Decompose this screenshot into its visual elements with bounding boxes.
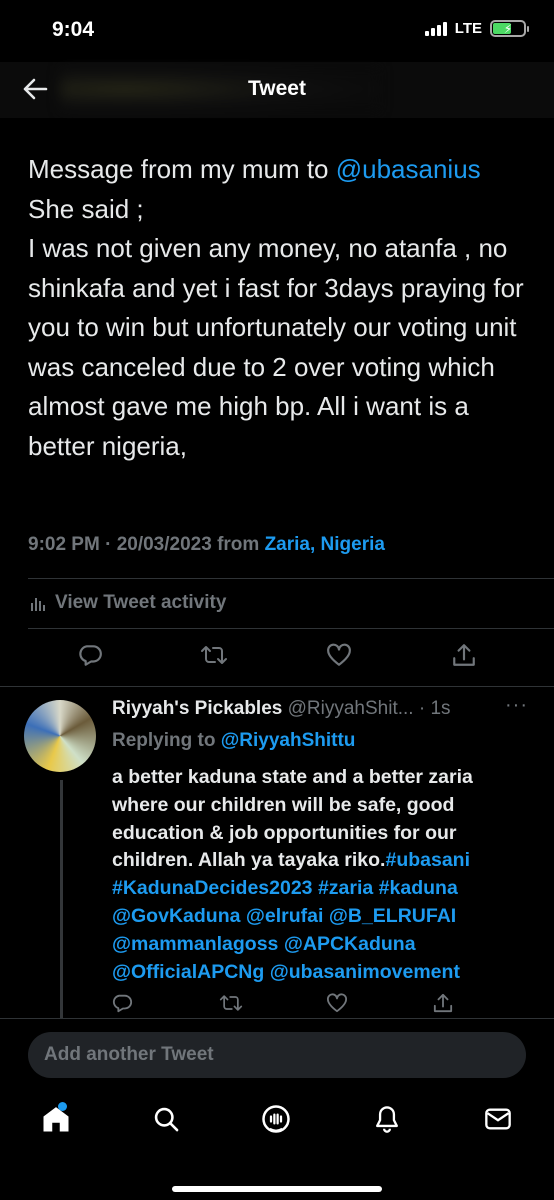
like-icon[interactable] (324, 990, 350, 1016)
reply-time: · 1s (413, 698, 451, 719)
mention-link[interactable]: @mammanlagoss (112, 933, 278, 955)
retweet-icon[interactable] (199, 640, 229, 670)
like-icon[interactable] (324, 640, 354, 670)
avatar[interactable] (24, 700, 96, 772)
tweet-mention-link[interactable]: @ubasanius (336, 154, 481, 184)
more-options-icon[interactable]: ··· (505, 694, 528, 717)
unread-indicator (58, 1102, 67, 1111)
share-icon[interactable] (449, 640, 479, 670)
status-time: 9:04 (52, 18, 95, 41)
messages-icon[interactable] (481, 1102, 515, 1136)
location-link[interactable]: Zaria, Nigeria (265, 534, 385, 555)
divider (28, 578, 554, 579)
mention-link[interactable]: @elrufai (246, 905, 324, 927)
tweet-text-part: Message from my mum to (28, 154, 336, 184)
reply-author-handle[interactable]: @RiyyahShit... (288, 698, 414, 719)
reply-body: a better kaduna state and a better zaria… (112, 764, 532, 986)
hashtag-link[interactable]: #KadunaDecides2023 (112, 877, 313, 899)
mention-link[interactable]: @B_ELRUFAI (329, 905, 456, 927)
hashtag-link[interactable]: #zaria (318, 877, 373, 899)
replying-to: Replying to @RiyyahShittu (112, 730, 355, 752)
mention-link[interactable]: @GovKaduna (112, 905, 240, 927)
mention-link[interactable]: @APCKaduna (284, 933, 416, 955)
share-icon[interactable] (430, 990, 456, 1016)
tweet-body: Message from my mum to @ubasanius She sa… (28, 150, 538, 466)
reply-header: Riyyah's Pickables @RiyyahShit... · 1s (112, 698, 451, 720)
spaces-icon[interactable] (259, 1102, 293, 1136)
hashtag-link[interactable]: #kaduna (379, 877, 458, 899)
home-icon[interactable] (39, 1102, 73, 1136)
tweet-text-part: She said ; I was not given any money, no… (28, 193, 524, 461)
network-label: LTE (454, 20, 482, 37)
status-bar: 9:04 LTE ⚡ (0, 0, 554, 62)
signal-icon (424, 21, 447, 36)
mention-link[interactable]: @OfficialAPCNg (112, 961, 264, 983)
thread-line (60, 780, 63, 1018)
tweet-activity-button[interactable]: View Tweet activity (30, 592, 226, 614)
retweet-icon[interactable] (218, 990, 244, 1016)
divider (28, 628, 554, 629)
reply-icon[interactable] (109, 990, 135, 1016)
divider (0, 686, 554, 687)
activity-label: View Tweet activity (55, 592, 227, 613)
hashtag-link[interactable]: #ubasani (385, 849, 470, 871)
battery-icon: ⚡ (490, 20, 529, 37)
compose-placeholder: Add another Tweet (44, 1044, 214, 1065)
tweet-timestamp: 9:02 PM · 20/03/2023 from Zaria, Nigeria (28, 534, 385, 556)
page-title: Tweet (248, 77, 306, 100)
bottom-tab-bar (0, 1090, 554, 1200)
status-indicators: LTE ⚡ (424, 20, 529, 37)
search-icon[interactable] (149, 1102, 183, 1136)
top-header: Tweet (0, 62, 554, 118)
mention-link[interactable]: @ubasanimovement (270, 961, 460, 983)
notifications-icon[interactable] (370, 1102, 404, 1136)
reply-author-name[interactable]: Riyyah's Pickables (112, 698, 282, 719)
reply-icon[interactable] (75, 640, 105, 670)
replying-to-link[interactable]: @RiyyahShittu (221, 730, 356, 751)
tweet-action-bar (0, 640, 554, 674)
reply-action-bar (0, 990, 554, 1016)
divider (0, 1018, 554, 1019)
home-indicator (172, 1186, 382, 1192)
add-tweet-input[interactable]: Add another Tweet (28, 1032, 526, 1078)
analytics-icon (31, 598, 45, 611)
timestamp-text: 9:02 PM · 20/03/2023 from (28, 534, 265, 555)
replying-prefix: Replying to (112, 730, 221, 751)
